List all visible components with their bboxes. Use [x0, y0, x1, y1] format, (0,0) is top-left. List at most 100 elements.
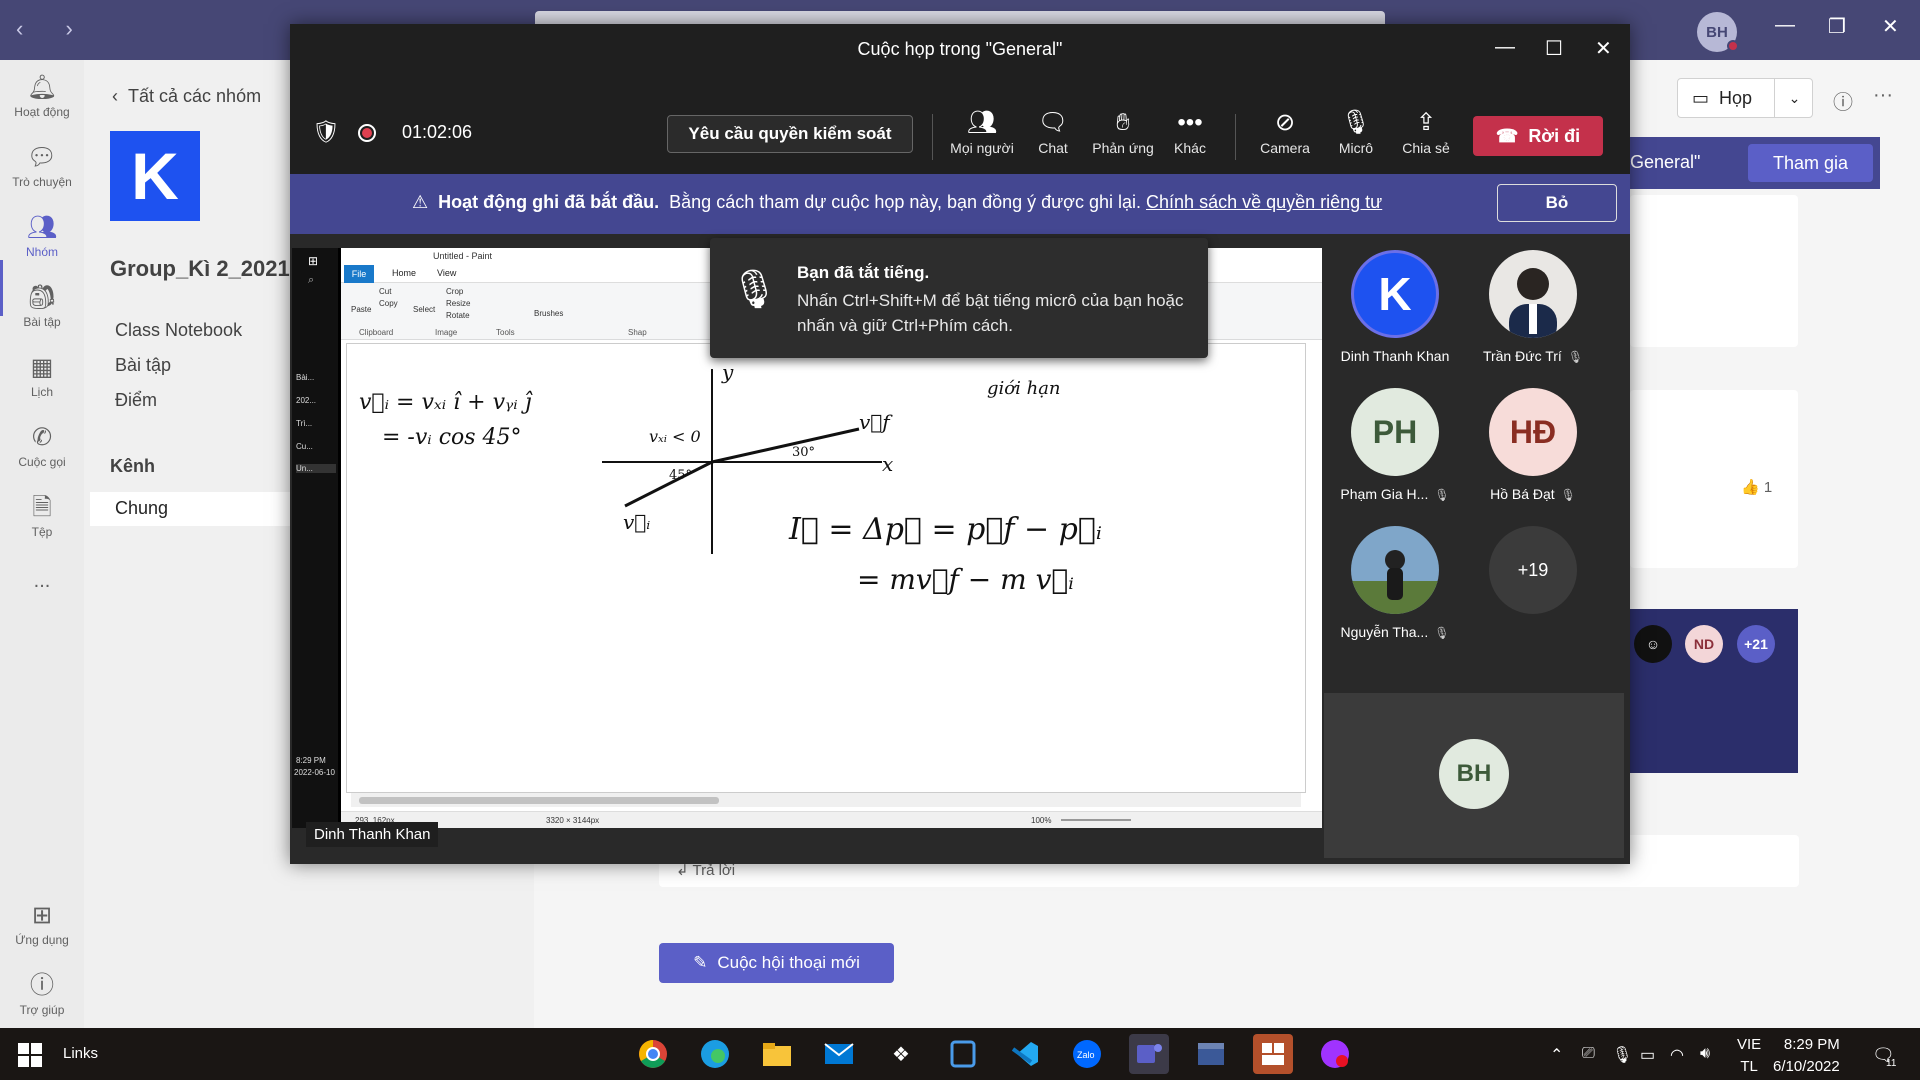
chat-button[interactable]: 🗨︎ Chat	[1018, 108, 1088, 156]
back-label: Tất cả các nhóm	[128, 86, 262, 106]
grades-link[interactable]: Điểm	[115, 390, 157, 411]
new-conversation-button[interactable]: ✎ Cuộc hội thoại mới	[659, 943, 894, 983]
edge-icon[interactable]	[695, 1034, 735, 1074]
rail-item-assignments[interactable]: 🎒︎ Bài tập	[0, 284, 84, 329]
avatar	[1351, 526, 1439, 614]
windows-start-icon[interactable]	[18, 1043, 42, 1067]
mail-icon[interactable]	[819, 1034, 859, 1074]
participant-name: Trần Đức Trí 🎙︎	[1468, 348, 1598, 364]
rail-item-activity[interactable]: 🔔︎ Hoạt động	[0, 74, 84, 119]
teams-icon[interactable]	[1129, 1034, 1169, 1074]
shield-icon[interactable]: 🛡︎	[312, 119, 340, 145]
share-button[interactable]: ⇪ Chia sẻ	[1391, 108, 1461, 156]
devcpp-icon[interactable]	[1191, 1034, 1231, 1074]
chrome-icon[interactable]	[633, 1034, 673, 1074]
minimize-icon[interactable]: —	[1775, 14, 1795, 37]
dismiss-button[interactable]: Bỏ	[1497, 184, 1617, 222]
copy-button[interactable]: Copy	[379, 299, 398, 308]
crop-button[interactable]: Crop	[446, 287, 463, 296]
participant-tile[interactable]: PH Phạm Gia H... 🎙︎	[1330, 388, 1460, 502]
like-reaction[interactable]: 👍 1	[1741, 478, 1772, 496]
select-button[interactable]: Select	[413, 305, 435, 314]
app-rail: 🔔︎ Hoạt động 💬︎ Trò chuyện 👥︎ Nhóm 🎒︎ Bài tậ…	[0, 60, 84, 1028]
brushes-button[interactable]: Brushes	[534, 309, 563, 318]
assignments-link[interactable]: Bài tập	[115, 355, 171, 376]
toast-title: Bạn đã tắt tiếng.	[797, 263, 930, 282]
restore-icon[interactable]: ❐	[1828, 14, 1846, 39]
camera-button[interactable]: ⊘ Camera	[1250, 108, 1320, 156]
rail-item-help[interactable]: ⓘ Trợ giúp	[0, 972, 84, 1017]
system-clock[interactable]: 8:29 PM 6/10/2022	[1773, 1034, 1840, 1078]
participant-tile[interactable]: HĐ Hồ Bá Đạt 🎙︎	[1468, 388, 1598, 502]
word-icon[interactable]	[943, 1034, 983, 1074]
cut-button[interactable]: Cut	[379, 287, 391, 296]
rail-item-calls[interactable]: ✆ Cuộc gọi	[0, 424, 84, 469]
privacy-policy-link[interactable]: Chính sách về quyền riêng tư	[1146, 192, 1382, 212]
tab-view[interactable]: View	[437, 268, 456, 278]
toast-body: Nhấn Ctrl+Shift+M để bật tiếng micrô của…	[797, 291, 1184, 335]
input-language[interactable]: VIE TL	[1737, 1034, 1761, 1078]
lang-code: VIE	[1737, 1036, 1762, 1053]
join-button[interactable]: Tham gia	[1748, 144, 1873, 182]
request-control-button[interactable]: Yêu cầu quyền kiểm soát	[667, 115, 913, 153]
minimize-icon[interactable]: —	[1495, 36, 1515, 59]
back-to-teams-link[interactable]: ‹ Tất cả các nhóm	[112, 86, 261, 107]
participant-tile[interactable]: Nguyễn Tha... 🎙︎	[1330, 526, 1460, 640]
paint-canvas[interactable]: v⃗ᵢ = vₓᵢ î + vᵧᵢ ĵ = -vᵢ cos 45° y x vₓ…	[346, 343, 1306, 793]
wifi-icon[interactable]: ◠	[1670, 1045, 1684, 1065]
meet-button[interactable]: ▭ Họp ⌄	[1677, 78, 1813, 118]
meet-now-icon[interactable]: ⎚	[1582, 1045, 1595, 1063]
resize-button[interactable]: Resize	[446, 299, 470, 308]
volume-icon[interactable]: 🔊︎	[1700, 1045, 1710, 1063]
participant-tile[interactable]: Trần Đức Trí 🎙︎	[1468, 250, 1598, 364]
battery-icon[interactable]: ▭	[1640, 1045, 1655, 1065]
zalo-icon[interactable]: Zalo	[1067, 1034, 1107, 1074]
tools-group: Tools	[496, 328, 515, 337]
like-count: 1	[1763, 479, 1773, 496]
mic-button[interactable]: 🎙︎ Micrô	[1321, 108, 1391, 156]
class-notebook-link[interactable]: Class Notebook	[115, 320, 242, 341]
rotate-button[interactable]: Rotate	[446, 311, 470, 320]
scroll-thumb[interactable]	[359, 797, 719, 804]
vscode-icon[interactable]	[1005, 1034, 1045, 1074]
more-options-icon[interactable]: ···	[1873, 84, 1893, 107]
zoom-slider[interactable]	[1061, 819, 1131, 821]
dropbox-icon[interactable]: ❖	[881, 1034, 921, 1074]
info-icon[interactable]: ⓘ	[1833, 86, 1853, 115]
close-icon[interactable]: ✕	[1595, 36, 1612, 61]
close-icon[interactable]: ✕	[1882, 14, 1899, 39]
tab-file[interactable]: File	[344, 265, 374, 283]
rail-item-calendar[interactable]: ▦ Lịch	[0, 354, 84, 399]
nav-arrows[interactable]: ‹ ›	[16, 16, 91, 42]
horizontal-scrollbar[interactable]	[351, 793, 1301, 807]
messenger-icon[interactable]	[1315, 1034, 1355, 1074]
leave-button[interactable]: ☎︎ Rời đi	[1473, 116, 1603, 156]
equation-vxi: = -vᵢ cos 45°	[382, 425, 522, 450]
tab-home[interactable]: Home	[392, 268, 416, 278]
reactions-button[interactable]: ✋︎ Phản ứng	[1088, 108, 1158, 156]
more-participants-tile[interactable]: +19	[1468, 526, 1598, 614]
file-explorer-icon[interactable]	[757, 1034, 797, 1074]
rail-item-apps[interactable]: ⊞ Ứng dụng	[0, 902, 84, 947]
people-button[interactable]: 👥︎ Mọi người	[947, 108, 1017, 156]
app-logo	[1262, 1043, 1284, 1065]
mic-off-icon: 🎙︎	[1434, 488, 1450, 502]
chevron-up-icon[interactable]: ⌃	[1550, 1045, 1563, 1065]
app-icon[interactable]	[1253, 1034, 1293, 1074]
rail-item-more[interactable]: ...	[0, 570, 84, 593]
microphone-icon[interactable]: 🎙︎	[1612, 1045, 1632, 1065]
avatar[interactable]: BH	[1697, 12, 1739, 52]
maximize-icon[interactable]: ☐	[1545, 36, 1563, 61]
rail-item-teams[interactable]: 👥︎ Nhóm	[0, 214, 84, 259]
more-button[interactable]: ••• Khác	[1155, 108, 1225, 156]
rail-item-chat[interactable]: 💬︎ Trò chuyện	[0, 144, 84, 189]
rail-item-files[interactable]: 🗎 Tệp	[0, 494, 84, 539]
toolbar-label: Chia sẻ	[1402, 140, 1450, 156]
chevron-down-icon[interactable]: ⌄	[1774, 79, 1814, 117]
status-dot	[1727, 40, 1739, 52]
participant-tile[interactable]: K Dinh Thanh Khan	[1330, 250, 1460, 364]
links-toolbar[interactable]: Links	[63, 1045, 98, 1062]
channels-heading: Kênh	[110, 456, 155, 476]
rail-label: Hoạt động	[14, 105, 70, 119]
paste-button[interactable]: Paste	[351, 305, 371, 314]
